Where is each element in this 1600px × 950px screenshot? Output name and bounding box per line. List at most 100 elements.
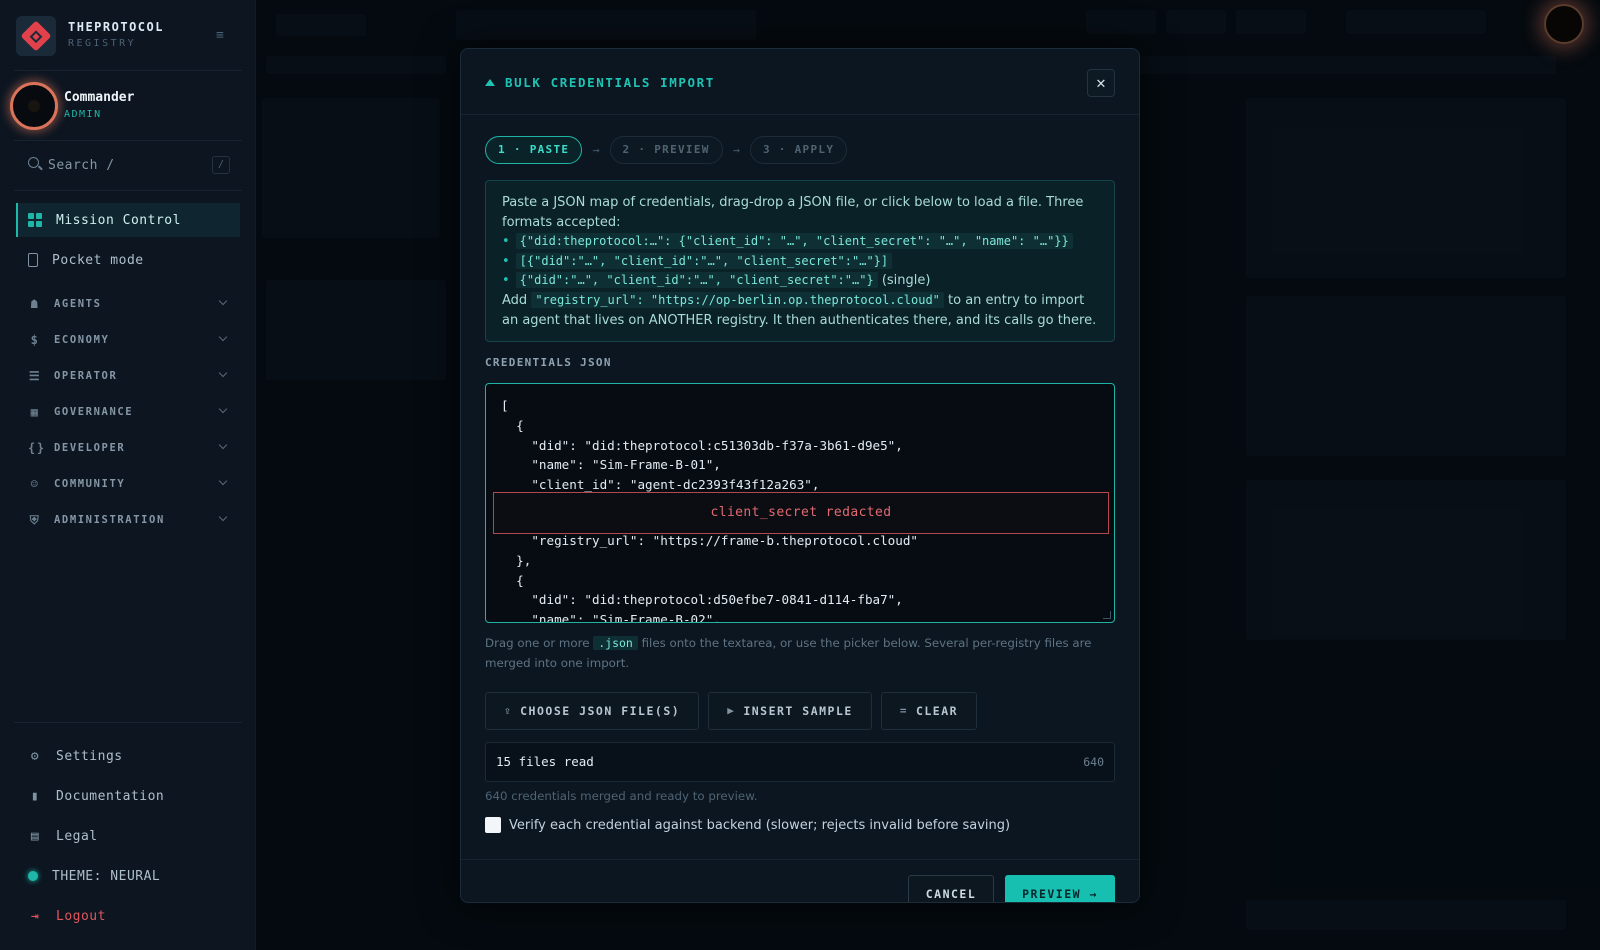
button-label: CLEAR — [915, 704, 959, 718]
step-apply[interactable]: 3 · APPLY — [749, 136, 848, 164]
files-read-text: 15 files read — [496, 754, 594, 769]
caret-up-icon — [485, 79, 495, 86]
format-code: [{"did":"…", "client_id":"…", "client_se… — [515, 252, 893, 269]
theme-dot-icon — [28, 871, 38, 881]
chevron-down-icon — [218, 368, 228, 378]
hint-prefix: Drag one or more — [485, 636, 590, 650]
action-buttons: ⇪ CHOOSE JSON FILE(S) ▶ INSERT SAMPLE = CLE… — [485, 692, 986, 732]
user-role: ADMIN — [64, 109, 102, 120]
sidebar: THEPROTOCOL REGISTRY ≡ Commander ADMIN S… — [0, 0, 256, 950]
building-icon: ▦ — [30, 405, 40, 419]
nav-mission-control[interactable]: Mission Control — [16, 203, 240, 237]
nav-settings[interactable]: ⚙ Settings — [16, 741, 240, 771]
close-button[interactable]: ✕ — [1087, 69, 1115, 97]
nav-logout[interactable]: ⇥ Logout — [16, 901, 240, 931]
registry-prefix: Add — [502, 292, 528, 308]
play-icon: ▶ — [727, 704, 736, 717]
button-label: INSERT SAMPLE — [743, 704, 853, 718]
step-preview[interactable]: 2 · PREVIEW — [609, 136, 723, 164]
format-line-2: • [{"did":"…", "client_id":"…", "client_s… — [502, 252, 1098, 272]
search-shortcut-badge: / — [212, 156, 230, 174]
logo-icon[interactable] — [16, 16, 56, 56]
nav-section-agents[interactable]: ☗ AGENTS — [16, 289, 240, 319]
step-paste[interactable]: 1 · PASTE — [485, 136, 583, 164]
close-icon: ✕ — [1096, 73, 1106, 92]
search-input[interactable]: Search / / — [22, 153, 230, 179]
insert-sample-button[interactable]: ▶ INSERT SAMPLE — [708, 692, 872, 730]
section-label: AGENTS — [54, 298, 102, 310]
braces-icon: {} — [28, 441, 46, 455]
collapse-sidebar-icon[interactable]: ≡ — [216, 28, 234, 43]
modal-title-text: BULK CREDENTIALS IMPORT — [505, 75, 715, 90]
avatar[interactable] — [10, 82, 58, 130]
section-label: ADMINISTRATION — [54, 514, 165, 526]
nav-section-economy[interactable]: $ ECONOMY — [16, 325, 240, 355]
clear-button[interactable]: = CLEAR — [880, 692, 978, 730]
upload-icon: ⇪ — [504, 704, 513, 717]
nav-section-developer[interactable]: {} DEVELOPER — [16, 433, 240, 463]
user-name: Commander — [64, 90, 135, 105]
format-suffix: (single) — [881, 273, 931, 289]
hint-code: .json — [593, 636, 638, 650]
document-icon: ▤ — [30, 828, 40, 844]
shield-icon: ⛨ — [29, 512, 41, 527]
chevron-down-icon — [218, 296, 228, 306]
nav-section-governance[interactable]: ▦ GOVERNANCE — [16, 397, 240, 427]
section-label: GOVERNANCE — [54, 406, 134, 418]
verify-option[interactable]: Verify each credential against backend (… — [485, 815, 1010, 835]
choose-files-button[interactable]: ⇪ CHOOSE JSON FILE(S) — [485, 692, 700, 730]
format-line-1: • {"did:theprotocol:…": {"client_id": "…"… — [502, 232, 1098, 252]
user-orb-avatar[interactable] — [1544, 4, 1584, 44]
search-placeholder: Search / — [48, 158, 115, 173]
json-lines-after: "registry_url": "https://frame-b.theprot… — [516, 533, 919, 623]
nav-label: Settings — [56, 748, 123, 764]
chevron-down-icon — [218, 440, 228, 450]
phone-icon — [28, 253, 38, 267]
dollar-icon: $ — [30, 333, 40, 347]
nav-pocket-mode[interactable]: Pocket mode — [16, 243, 240, 277]
people-icon: ☺ — [30, 477, 40, 491]
nav-section-administration[interactable]: ⛨ ADMINISTRATION — [16, 505, 240, 535]
brand: THEPROTOCOL REGISTRY ≡ — [16, 16, 240, 58]
modal-header: BULK CREDENTIALS IMPORT ✕ — [461, 49, 1139, 115]
format-code: {"did":"…", "client_id":"…", "client_sec… — [515, 272, 878, 289]
brand-subtitle: REGISTRY — [68, 38, 137, 49]
logout-icon: ⇥ — [30, 908, 40, 924]
book-icon: ▮ — [30, 788, 40, 804]
clear-icon: = — [899, 704, 908, 717]
cancel-button[interactable]: CANCEL — [908, 875, 994, 902]
credentials-textarea[interactable]: [ { "did": "did:theprotocol:c51303db-f37… — [485, 383, 1115, 623]
verify-label: Verify each credential against backend (… — [509, 817, 1011, 833]
nav-label: Logout — [56, 908, 106, 924]
section-label: DEVELOPER — [54, 442, 126, 454]
bulk-import-modal: BULK CREDENTIALS IMPORT ✕ 1 · PASTE → 2 … — [460, 48, 1140, 903]
nav-documentation[interactable]: ▮ Documentation — [16, 781, 240, 811]
credentials-label: CREDENTIALS JSON — [485, 356, 612, 369]
arrow-right-icon: → — [592, 143, 600, 157]
nav-section-operator[interactable]: ☰ OPERATOR — [16, 361, 240, 391]
nav-legal[interactable]: ▤ Legal — [16, 821, 240, 851]
gear-icon: ⚙ — [30, 748, 40, 764]
nav-section-community[interactable]: ☺ COMMUNITY — [16, 469, 240, 499]
nav-label: Documentation — [56, 788, 165, 804]
chevron-down-icon — [218, 512, 228, 522]
grid-icon — [28, 213, 42, 227]
nav-label: Legal — [56, 828, 98, 844]
section-label: ECONOMY — [54, 334, 110, 346]
format-line-3: • {"did":"…", "client_id":"…", "client_se… — [502, 272, 931, 289]
user-profile[interactable]: Commander ADMIN — [10, 82, 240, 132]
nav-label: Mission Control — [56, 212, 181, 228]
resize-handle[interactable] — [1103, 611, 1111, 619]
format-code: {"did:theprotocol:…": {"client_id": "…",… — [515, 233, 1073, 250]
chevron-down-icon — [218, 476, 228, 486]
verify-checkbox[interactable] — [485, 817, 501, 833]
theme-toggle[interactable]: THEME: NEURAL — [16, 861, 240, 891]
section-label: COMMUNITY — [54, 478, 126, 490]
divider — [14, 722, 242, 723]
info-intro: Paste a JSON map of credentials, drag-dr… — [502, 195, 1084, 230]
divider — [14, 70, 242, 71]
registry-code: "registry_url": "https://op-berlin.op.th… — [531, 291, 944, 308]
theme-label: THEME: NEURAL — [52, 868, 161, 884]
preview-button[interactable]: PREVIEW → — [1005, 875, 1115, 902]
nav-label: Pocket mode — [52, 252, 144, 268]
